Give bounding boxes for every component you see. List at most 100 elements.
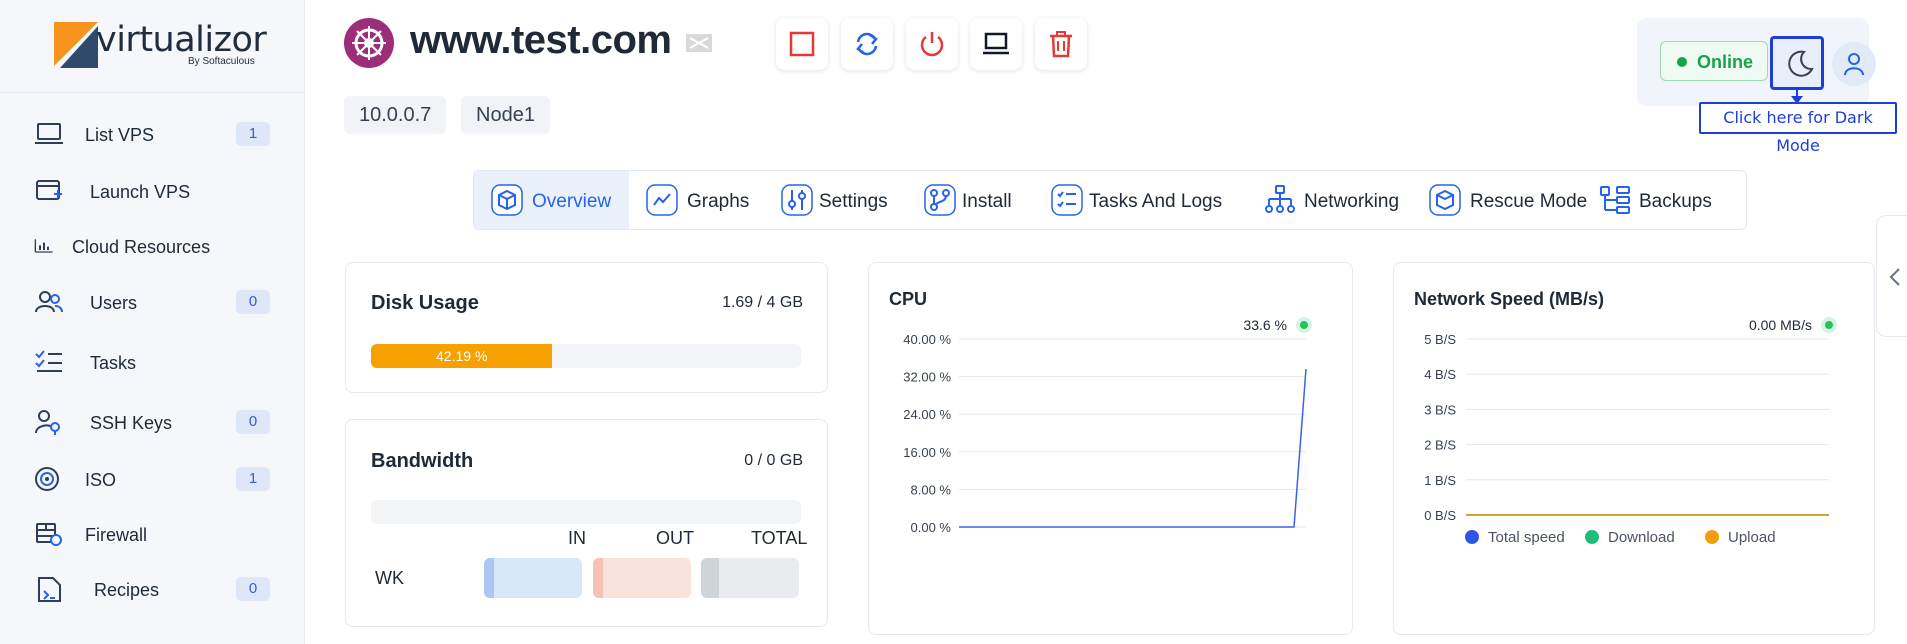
cpu-y-tick-label: 24.00 % [903, 407, 951, 422]
users-icon [35, 291, 63, 313]
bandwidth-total-bar [701, 558, 799, 598]
sidebar-item-label: SSH Keys [90, 413, 173, 433]
os-logo-icon [352, 26, 386, 60]
power-button[interactable] [906, 18, 958, 70]
dark-mode-tooltip: Click here for Dark Mode [1699, 102, 1897, 155]
user-icon [1844, 53, 1864, 76]
count-badge: 1 [236, 467, 270, 491]
disk-usage-title: Disk Usage [371, 292, 479, 314]
count-badge: 0 [236, 577, 270, 601]
tab-tasks-and-logs[interactable]: Tasks And Logs [1039, 171, 1244, 229]
bandwidth-progress [371, 500, 801, 524]
sidebar-item-label: Recipes [94, 580, 160, 600]
sidebar-item-label: Launch VPS [90, 182, 191, 202]
bandwidth-title: Bandwidth [371, 450, 474, 472]
count-badge: 0 [236, 290, 270, 314]
collapse-panel-button[interactable] [1876, 215, 1907, 337]
disk-usage-value: 1.69 / 4 GB [722, 294, 803, 311]
network-y-tick-label: 4 B/S [1424, 367, 1456, 382]
cpu-y-tick-label: 0.00 % [911, 520, 952, 535]
recipe-file-icon [38, 577, 61, 602]
tab-label: Backups [1639, 191, 1712, 212]
tab-graphs[interactable]: Graphs [629, 171, 769, 229]
tab-networking[interactable]: Networking [1244, 171, 1414, 229]
sidebar-item-cloud-resources[interactable]: Cloud Resources [0, 221, 305, 271]
tab-bar: Overview Graphs Settings Install Tasks A… [473, 170, 1747, 230]
disc-icon [35, 467, 59, 491]
power-icon [920, 32, 944, 57]
sidebar-item-list-vps[interactable]: List VPS 1 [0, 109, 305, 159]
tab-settings[interactable]: Settings [769, 171, 914, 229]
sidebar-item-iso[interactable]: ISO 1 [0, 454, 305, 504]
cpu-y-tick-label: 16.00 % [903, 445, 951, 460]
install-icon [924, 184, 956, 216]
sidebar-item-firewall[interactable]: Firewall [0, 509, 305, 559]
sidebar-item-tasks[interactable]: Tasks [0, 337, 305, 387]
cube-icon [491, 184, 523, 216]
vps-hostname: www.test.com [410, 18, 672, 62]
network-y-tick-label: 5 B/S [1424, 332, 1456, 347]
tab-label: Graphs [687, 191, 750, 212]
cpu-live-dot [1300, 321, 1308, 329]
moon-icon [1788, 50, 1814, 77]
backups-icon [1600, 186, 1630, 214]
sidebar-item-label: Cloud Resources [72, 237, 211, 257]
sidebar-item-users[interactable]: Users 0 [0, 277, 305, 327]
tab-backups[interactable]: Backups [1584, 171, 1744, 229]
sidebar-item-launch-vps[interactable]: Launch VPS [0, 166, 305, 216]
network-speed-card: Network Speed (MB/s) 5 B/S 4 B/S 3 B/S 2 B/… [1393, 262, 1875, 635]
sidebar-item-label: Firewall [85, 525, 148, 545]
stop-button[interactable] [776, 18, 828, 70]
cpu-y-tick-label: 32.00 % [903, 370, 951, 385]
network-current-value: 0.00 MB/s [1749, 317, 1812, 333]
flag-icon [686, 34, 712, 52]
tab-label: Settings [819, 191, 888, 212]
tab-rescue-mode[interactable]: Rescue Mode [1414, 171, 1588, 229]
restart-button[interactable] [841, 18, 893, 70]
tab-overview[interactable]: Overview [474, 171, 629, 229]
sidebar-item-label: Tasks [90, 353, 137, 373]
bandwidth-header-out: OUT [656, 528, 694, 548]
sidebar-item-label: List VPS [85, 125, 155, 145]
tab-install[interactable]: Install [914, 171, 1039, 229]
sidebar-item-label: ISO [85, 470, 117, 490]
count-badge: 0 [236, 410, 270, 434]
add-window-icon [36, 180, 62, 200]
cpu-chart: 40.00 % 32.00 % 24.00 % 16.00 % 8.00 % 0.00 %… [903, 317, 1312, 535]
user-menu-button[interactable] [1832, 42, 1876, 86]
virtualizor-logo[interactable]: virtualizor By Softaculous [48, 20, 288, 72]
bar-lead [484, 558, 494, 598]
bar-chart-icon [34, 239, 53, 253]
task-list-icon [35, 350, 62, 372]
brand-name: virtualizor [96, 20, 267, 60]
sliders-icon [781, 184, 813, 216]
bandwidth-header-total: TOTAL [751, 528, 808, 548]
tab-label: Networking [1304, 191, 1400, 212]
tab-label: Rescue Mode [1470, 191, 1588, 212]
count-badge: 1 [236, 122, 270, 146]
sidebar-item-label: Users [90, 293, 138, 313]
cpu-y-tick-label: 8.00 % [911, 482, 952, 497]
tab-label: Install [962, 191, 1012, 212]
sidebar-item-ssh-keys[interactable]: SSH Keys 0 [0, 397, 305, 447]
tab-label: Tasks And Logs [1089, 191, 1223, 212]
bandwidth-row-label: WK [375, 568, 404, 588]
legend-label: Upload [1728, 529, 1776, 546]
bandwidth-value: 0 / 0 GB [744, 452, 803, 469]
cpu-current-value: 33.6 % [1243, 317, 1287, 333]
sidebar-item-recipes[interactable]: Recipes 0 [0, 564, 305, 614]
network-y-tick-label: 0 B/S [1424, 508, 1456, 523]
dark-mode-toggle[interactable] [1770, 36, 1824, 90]
bandwidth-header-in: IN [568, 528, 586, 548]
chevron-left-icon [1889, 268, 1900, 286]
vnc-console-button[interactable] [970, 18, 1022, 70]
network-live-dot [1825, 321, 1833, 329]
network-y-tick-label: 1 B/S [1424, 473, 1456, 488]
legend-swatch [1705, 530, 1719, 544]
legend-swatch [1465, 530, 1479, 544]
delete-icon [1050, 31, 1072, 58]
delete-button[interactable] [1035, 18, 1087, 70]
divider [0, 92, 305, 93]
sidebar: virtualizor By Softaculous List VPS 1 La… [0, 0, 305, 644]
bandwidth-out-bar [593, 558, 691, 598]
